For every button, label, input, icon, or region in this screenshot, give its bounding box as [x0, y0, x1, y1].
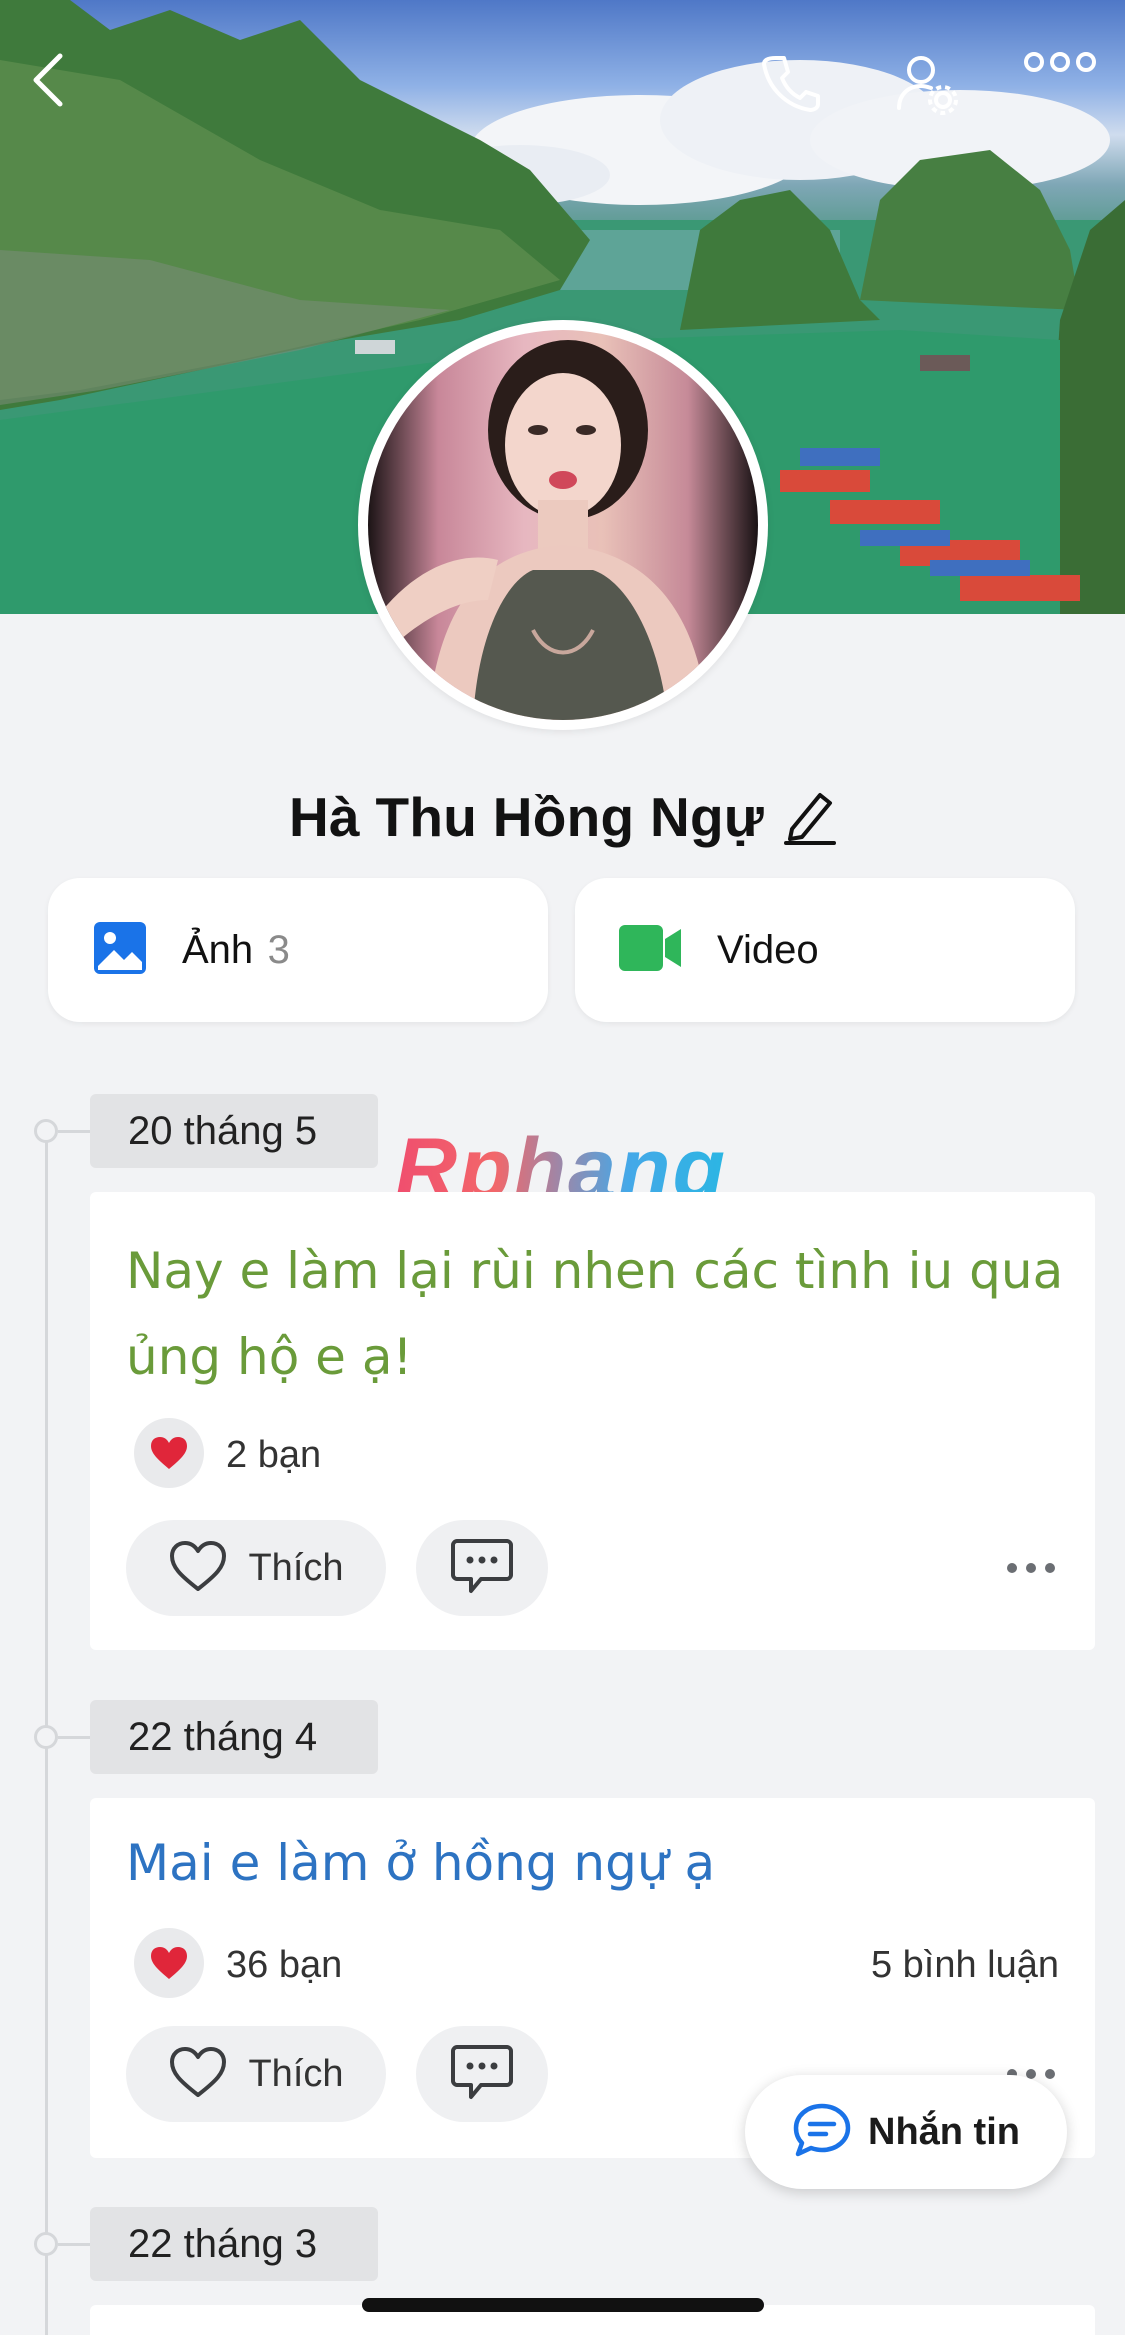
comment-count[interactable]: 5 bình luận — [871, 1944, 1059, 1987]
message-icon — [792, 2102, 852, 2163]
timeline-connector — [58, 2243, 90, 2246]
phone-icon[interactable] — [758, 50, 830, 122]
reaction-count[interactable]: 2 bạn — [226, 1434, 321, 1477]
date-chip: 20 tháng 5 — [90, 1094, 378, 1168]
avatar[interactable] — [358, 320, 768, 730]
timeline-dot — [34, 2232, 58, 2256]
heart-outline-icon — [168, 2045, 228, 2104]
profile-name: Hà Thu Hồng Ngự — [288, 786, 765, 848]
timeline-dot — [34, 1119, 58, 1143]
date-chip: 22 tháng 3 — [90, 2207, 378, 2281]
video-tab-label: Video — [717, 927, 819, 972]
home-indicator[interactable] — [362, 2298, 764, 2312]
message-button-label: Nhắn tin — [868, 2110, 1020, 2153]
like-label: Thích — [248, 2052, 344, 2095]
profile-name-row: Hà Thu Hồng Ngự — [0, 780, 1125, 854]
comment-icon — [451, 1537, 513, 1600]
pencil-icon[interactable] — [782, 785, 837, 850]
photos-count: 3 — [267, 927, 290, 972]
post-text: Mai e làm ở hồng ngự ạ — [126, 1834, 716, 1892]
post-card[interactable]: Nay e làm lại rùi nhen các tình iu qua ủ… — [90, 1192, 1095, 1650]
post-more-icon[interactable] — [1007, 1563, 1055, 1573]
comment-icon — [451, 2043, 513, 2106]
like-button[interactable]: Thích — [126, 1520, 386, 1616]
heart-icon — [134, 1928, 204, 1998]
back-icon[interactable] — [24, 50, 96, 122]
heart-icon — [134, 1418, 204, 1488]
like-label: Thích — [248, 1546, 344, 1589]
photos-tab[interactable]: Ảnh 3 — [48, 878, 548, 1022]
timeline-connector — [58, 1130, 90, 1133]
user-settings-icon[interactable] — [893, 50, 965, 122]
more-horizontal-icon[interactable] — [1024, 50, 1100, 122]
photos-tab-label: Ảnh — [182, 927, 254, 972]
timeline-dot — [34, 1725, 58, 1749]
avatar-photo — [368, 330, 758, 720]
comment-button[interactable] — [416, 1520, 548, 1616]
post-text: Nay e làm lại rùi nhen các tình iu qua ủ… — [126, 1242, 1064, 1386]
video-tab[interactable]: Video — [575, 878, 1075, 1022]
comment-button[interactable] — [416, 2026, 548, 2122]
timeline-connector — [58, 1736, 90, 1739]
date-chip: 22 tháng 4 — [90, 1700, 378, 1774]
image-icon — [92, 920, 148, 981]
video-camera-icon — [619, 923, 683, 978]
reaction-count[interactable]: 36 bạn — [226, 1944, 342, 1987]
message-button[interactable]: Nhắn tin — [745, 2075, 1067, 2189]
like-button[interactable]: Thích — [126, 2026, 386, 2122]
heart-outline-icon — [168, 1539, 228, 1598]
